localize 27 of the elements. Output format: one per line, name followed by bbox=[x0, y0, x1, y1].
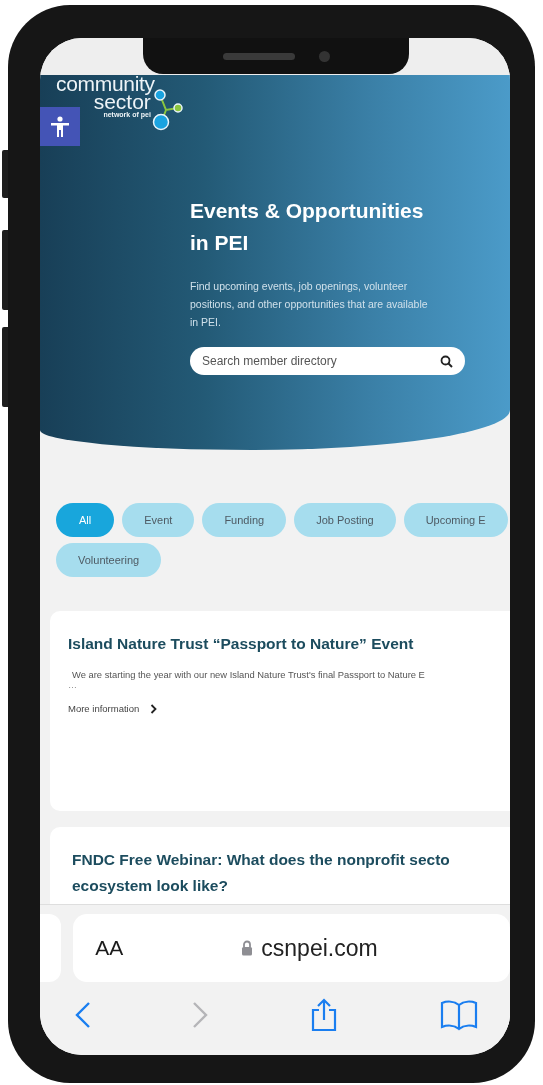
filter-chip[interactable]: Event bbox=[122, 503, 195, 537]
card-title: FNDC Free Webinar: What does the nonprofit secto bbox=[72, 850, 451, 870]
filter-chip[interactable]: Job Posting bbox=[294, 503, 396, 537]
hero-description: Find upcoming events, job openings, volunteer positions, and other opportunities that are available in PEI. bbox=[190, 279, 429, 330]
search-field[interactable]: Search member directory bbox=[190, 347, 465, 375]
back-icon[interactable] bbox=[75, 1001, 91, 1029]
share-icon[interactable] bbox=[309, 998, 339, 1032]
logo-text: community bbox=[56, 74, 155, 93]
lock-icon bbox=[241, 940, 254, 956]
card-title: ecosystem look like? bbox=[72, 876, 229, 896]
card-excerpt: We are starting the year with our new Island Nature Trust's final Passport to Nature E bbox=[72, 669, 426, 680]
text-size-button[interactable]: AA bbox=[95, 936, 124, 960]
more-information-link[interactable]: More information bbox=[68, 703, 158, 714]
bookmarks-icon[interactable] bbox=[440, 999, 478, 1031]
filter-chip[interactable]: All bbox=[56, 503, 115, 537]
filter-chip[interactable]: Volunteering bbox=[56, 543, 162, 577]
url-text: csnpei.com bbox=[261, 934, 378, 962]
address-bar[interactable]: AA csnpei.com bbox=[73, 914, 510, 982]
accessibility-button[interactable] bbox=[40, 107, 80, 146]
page-title: Events & Opportunities in PEI bbox=[190, 198, 425, 256]
filter-chip[interactable]: Upcoming E bbox=[403, 503, 508, 537]
search-icon bbox=[440, 355, 453, 368]
accessibility-icon bbox=[49, 114, 71, 139]
card-title: Island Nature Trust “Passport to Nature” Event bbox=[68, 634, 415, 654]
ellipsis-text: … bbox=[68, 680, 78, 690]
chevron-right-icon bbox=[150, 703, 158, 714]
filter-chip[interactable]: Funding bbox=[202, 503, 287, 537]
